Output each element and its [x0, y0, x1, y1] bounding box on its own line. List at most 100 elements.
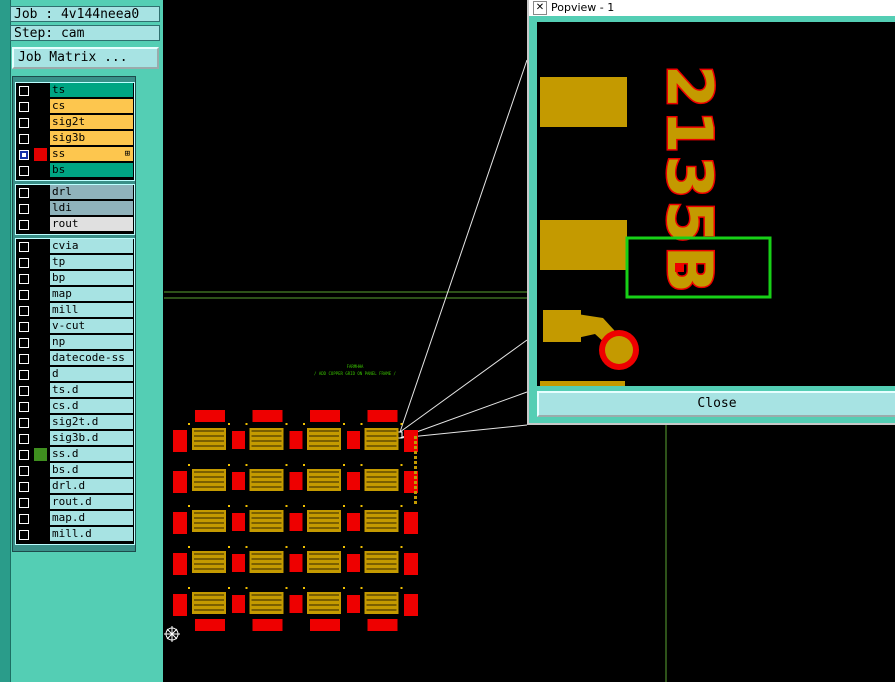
layer-name[interactable]: sig3b — [50, 131, 133, 145]
layer-checkbox[interactable] — [19, 514, 29, 524]
layer-checkbox[interactable] — [19, 322, 29, 332]
layer-checkbox[interactable] — [19, 450, 29, 460]
layer-name[interactable]: sig2t.d — [50, 415, 133, 429]
layer-checkbox[interactable] — [19, 86, 29, 96]
layer-row-map.d[interactable]: map.d — [16, 511, 134, 526]
layer-name[interactable]: ss ⊞ — [50, 147, 133, 161]
layer-name[interactable]: ldi — [50, 201, 133, 215]
popview-titlebar[interactable]: ✕ Popview - 1 — [529, 0, 895, 16]
layer-checkbox[interactable] — [19, 354, 29, 364]
layer-row-v-cut[interactable]: v-cut — [16, 319, 134, 334]
layer-checkbox[interactable] — [19, 242, 29, 252]
layer-row-cvia[interactable]: cvia — [16, 239, 134, 254]
layer-name[interactable]: bs.d — [50, 463, 133, 477]
layer-checkbox[interactable] — [19, 150, 29, 160]
layer-color-swatch[interactable] — [34, 512, 47, 525]
layer-checkbox[interactable] — [19, 290, 29, 300]
layer-row-cs[interactable]: cs — [16, 99, 134, 114]
layer-row-d[interactable]: d — [16, 367, 134, 382]
layer-color-swatch[interactable] — [34, 84, 47, 97]
layer-name[interactable]: sig3b.d — [50, 431, 133, 445]
layer-name[interactable]: d — [50, 367, 133, 381]
popview-zoom-view[interactable]: 2135B — [537, 22, 895, 386]
layer-name[interactable]: cvia — [50, 239, 133, 253]
layer-name[interactable]: ss.d — [50, 447, 133, 461]
layer-color-swatch[interactable] — [34, 288, 47, 301]
layer-color-swatch[interactable] — [34, 272, 47, 285]
layer-name[interactable]: map — [50, 287, 133, 301]
layer-color-swatch[interactable] — [34, 528, 47, 541]
layer-name[interactable]: rout.d — [50, 495, 133, 509]
layer-row-sig3b[interactable]: sig3b — [16, 131, 134, 146]
layer-color-swatch[interactable] — [34, 320, 47, 333]
layer-color-swatch[interactable] — [34, 148, 47, 161]
layer-row-ts[interactable]: ts — [16, 83, 134, 98]
layer-name[interactable]: drl — [50, 185, 133, 199]
expand-icon[interactable]: ⊞ — [125, 147, 130, 161]
layer-color-swatch[interactable] — [34, 304, 47, 317]
layer-name[interactable]: v-cut — [50, 319, 133, 333]
layer-checkbox[interactable] — [19, 386, 29, 396]
layer-name[interactable]: sig2t — [50, 115, 133, 129]
layer-checkbox[interactable] — [19, 258, 29, 268]
layer-color-swatch[interactable] — [34, 400, 47, 413]
layer-name[interactable]: cs.d — [50, 399, 133, 413]
layer-row-mill.d[interactable]: mill.d — [16, 527, 134, 542]
layer-color-swatch[interactable] — [34, 218, 47, 231]
layer-row-rout[interactable]: rout — [16, 217, 134, 232]
layer-name[interactable]: np — [50, 335, 133, 349]
layer-row-tp[interactable]: tp — [16, 255, 134, 270]
layer-color-swatch[interactable] — [34, 448, 47, 461]
layer-row-sig3b.d[interactable]: sig3b.d — [16, 431, 134, 446]
layer-color-swatch[interactable] — [34, 416, 47, 429]
layer-checkbox[interactable] — [19, 274, 29, 284]
layer-checkbox[interactable] — [19, 530, 29, 540]
layer-color-swatch[interactable] — [34, 480, 47, 493]
layer-checkbox[interactable] — [19, 306, 29, 316]
layer-name[interactable]: tp — [50, 255, 133, 269]
layer-checkbox[interactable] — [19, 370, 29, 380]
layer-row-sig2t.d[interactable]: sig2t.d — [16, 415, 134, 430]
layer-checkbox[interactable] — [19, 204, 29, 214]
layer-checkbox[interactable] — [19, 418, 29, 428]
layer-color-swatch[interactable] — [34, 384, 47, 397]
panel-scroll-strip[interactable] — [0, 0, 11, 682]
layer-checkbox[interactable] — [19, 338, 29, 348]
layer-name[interactable]: ts.d — [50, 383, 133, 397]
layer-row-np[interactable]: np — [16, 335, 134, 350]
layer-name[interactable]: ts — [50, 83, 133, 97]
layer-row-ts.d[interactable]: ts.d — [16, 383, 134, 398]
layer-color-swatch[interactable] — [34, 100, 47, 113]
layer-row-ss.d[interactable]: ss.d — [16, 447, 134, 462]
layer-name[interactable]: mill.d — [50, 527, 133, 541]
layer-row-drl[interactable]: drl — [16, 185, 134, 200]
layer-name[interactable]: rout — [50, 217, 133, 231]
layer-color-swatch[interactable] — [34, 368, 47, 381]
layer-row-mill[interactable]: mill — [16, 303, 134, 318]
layer-color-swatch[interactable] — [34, 352, 47, 365]
layer-color-swatch[interactable] — [34, 164, 47, 177]
layer-color-swatch[interactable] — [34, 116, 47, 129]
job-matrix-button[interactable]: Job Matrix ... — [12, 47, 159, 69]
layer-row-bs[interactable]: bs — [16, 163, 134, 178]
layer-color-swatch[interactable] — [34, 432, 47, 445]
layer-checkbox[interactable] — [19, 466, 29, 476]
layer-checkbox[interactable] — [19, 166, 29, 176]
layer-color-swatch[interactable] — [34, 496, 47, 509]
layer-row-ldi[interactable]: ldi — [16, 201, 134, 216]
layer-color-swatch[interactable] — [34, 132, 47, 145]
layer-checkbox[interactable] — [19, 482, 29, 492]
layer-name[interactable]: mill — [50, 303, 133, 317]
layer-checkbox[interactable] — [19, 134, 29, 144]
layer-row-sig2t[interactable]: sig2t — [16, 115, 134, 130]
layer-checkbox[interactable] — [19, 102, 29, 112]
layer-checkbox[interactable] — [19, 434, 29, 444]
close-button[interactable]: Close — [537, 391, 895, 417]
layer-row-bp[interactable]: bp — [16, 271, 134, 286]
layer-row-ss[interactable]: ss ⊞ — [16, 147, 134, 162]
layer-checkbox[interactable] — [19, 118, 29, 128]
layer-name[interactable]: drl.d — [50, 479, 133, 493]
layer-checkbox[interactable] — [19, 188, 29, 198]
layer-checkbox[interactable] — [19, 498, 29, 508]
layer-name[interactable]: map.d — [50, 511, 133, 525]
